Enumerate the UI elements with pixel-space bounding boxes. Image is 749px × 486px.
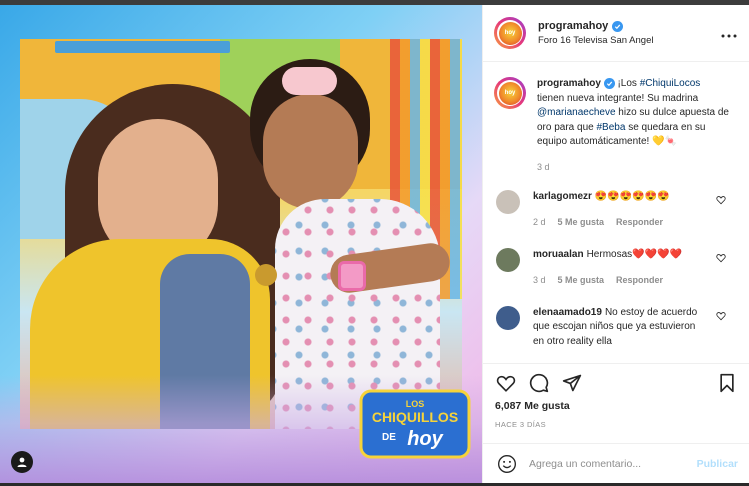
comment-time[interactable]: 3 d	[533, 273, 546, 288]
logo-line-los: LOS	[406, 399, 425, 409]
pink-smartwatch	[338, 261, 366, 291]
add-comment-bar: Publicar	[483, 443, 749, 483]
more-options-icon[interactable]	[721, 25, 737, 41]
share-icon[interactable]	[561, 372, 583, 394]
comment-item: karlagomezr 😍😍😍😍😍😍 2 d 5 Me gusta Respond…	[494, 189, 738, 230]
comment-text: Hermosas❤️❤️❤️❤️	[586, 248, 682, 260]
comment-meta: 3 d 5 Me gusta Responder	[533, 273, 703, 288]
user-tag-icon	[17, 457, 27, 467]
girl-pink-bow	[282, 67, 337, 95]
girl-face	[263, 94, 358, 209]
comment-avatar[interactable]	[496, 305, 520, 330]
comment-body: elenaamado19 No estoy de acuerdo que esco…	[533, 306, 703, 350]
logo-line-chiquillos: CHIQUILLOS	[372, 409, 458, 425]
caption-hashtag-chiquilocos[interactable]: #ChiquiLocos	[640, 78, 701, 89]
caption-username[interactable]: programahoy	[537, 78, 601, 89]
avatar-ring: hoy	[497, 20, 523, 46]
comment-reply-button[interactable]: Responder	[616, 273, 663, 288]
scene-sign	[55, 41, 230, 53]
caption-text: programahoy ¡Los #ChiquiLocos tienen nue…	[537, 77, 729, 150]
comment-meta: 2 d 5 Me gusta Responder	[533, 215, 703, 230]
caption-part-0: ¡Los	[617, 78, 640, 89]
comment-text: 😍😍😍😍😍😍	[594, 190, 670, 202]
caption-avatar[interactable]: hoy	[494, 77, 526, 109]
action-icons-row	[495, 364, 738, 402]
post-photo[interactable]: LOS CHIQUILLOS DE hoy	[0, 5, 482, 483]
logo-line-de: DE	[382, 432, 396, 443]
comment-body: moruaalan Hermosas❤️❤️❤️❤️ 3 d 5 Me gusta…	[533, 248, 703, 288]
profile-avatar[interactable]: hoy	[494, 17, 526, 49]
caption-time[interactable]: 3 d	[537, 162, 738, 172]
comment-username[interactable]: moruaalan	[533, 249, 584, 260]
post-modal: LOS CHIQUILLOS DE hoy hoy programahoy Fo…	[0, 5, 749, 483]
comment-avatar[interactable]	[496, 189, 520, 214]
chiquillos-de-hoy-logo: LOS CHIQUILLOS DE hoy	[359, 389, 471, 459]
comment-like-icon[interactable]	[716, 311, 726, 321]
post-header: hoy programahoy Foro 16 Televisa San Ang…	[483, 5, 749, 62]
caption-part-2: tienen nueva integrante! Su madrina	[537, 92, 699, 104]
comment-likes[interactable]: 5 Me gusta	[558, 215, 605, 230]
comment-like-icon[interactable]	[716, 253, 726, 263]
logo-line-hoy: hoy	[407, 428, 443, 450]
comment-likes[interactable]: 5 Me gusta	[558, 273, 605, 288]
comment-username[interactable]: elenaamado19	[533, 307, 602, 318]
likes-count[interactable]: 6,087 Me gusta	[495, 400, 738, 412]
post-sidebar: hoy programahoy Foro 16 Televisa San Ang…	[482, 5, 749, 483]
photo-scene	[20, 39, 462, 429]
comment-item: elenaamado19 No estoy de acuerdo que esco…	[494, 305, 738, 350]
post-date[interactable]: HACE 3 DÍAS	[495, 420, 738, 429]
gold-candy	[255, 264, 277, 286]
avatar-logo: hoy	[498, 21, 522, 45]
post-caption: hoy programahoy ¡Los #ChiquiLocos tienen…	[494, 77, 738, 150]
comment-body: karlagomezr 😍😍😍😍😍😍 2 d 5 Me gusta Respond…	[533, 190, 703, 230]
caption-hashtag-beba[interactable]: #Beba	[597, 122, 626, 133]
comments-list[interactable]: hoy programahoy ¡Los #ChiquiLocos tienen…	[483, 63, 749, 363]
emoji-icon[interactable]	[497, 454, 517, 474]
header-text: programahoy Foro 16 Televisa San Angel	[538, 20, 721, 46]
comment-username[interactable]: karlagomezr	[533, 191, 592, 202]
comment-time[interactable]: 2 d	[533, 215, 546, 230]
caption-verified-icon	[603, 78, 615, 89]
comment-icon[interactable]	[528, 372, 550, 394]
post-location[interactable]: Foro 16 Televisa San Angel	[538, 35, 721, 46]
header-username-row: programahoy	[538, 20, 721, 32]
like-heart-icon[interactable]	[495, 372, 517, 394]
comment-item: moruaalan Hermosas❤️❤️❤️❤️ 3 d 5 Me gusta…	[494, 247, 738, 288]
caption-avatar-logo: hoy	[498, 81, 522, 105]
caption-mention-marianaecheve[interactable]: @marianaecheve	[537, 107, 616, 118]
comment-reply-button[interactable]: Responder	[616, 215, 663, 230]
publish-button[interactable]: Publicar	[697, 458, 738, 470]
comment-avatar[interactable]	[496, 247, 520, 272]
verified-icon	[612, 20, 624, 32]
header-username[interactable]: programahoy	[538, 20, 608, 32]
caption-avatar-ring: hoy	[497, 80, 523, 106]
comment-input[interactable]	[529, 457, 697, 470]
comment-like-icon[interactable]	[716, 195, 726, 205]
post-actions: 6,087 Me gusta HACE 3 DÍAS	[483, 363, 749, 429]
user-tag-button[interactable]	[11, 451, 33, 473]
save-bookmark-icon[interactable]	[716, 372, 738, 394]
